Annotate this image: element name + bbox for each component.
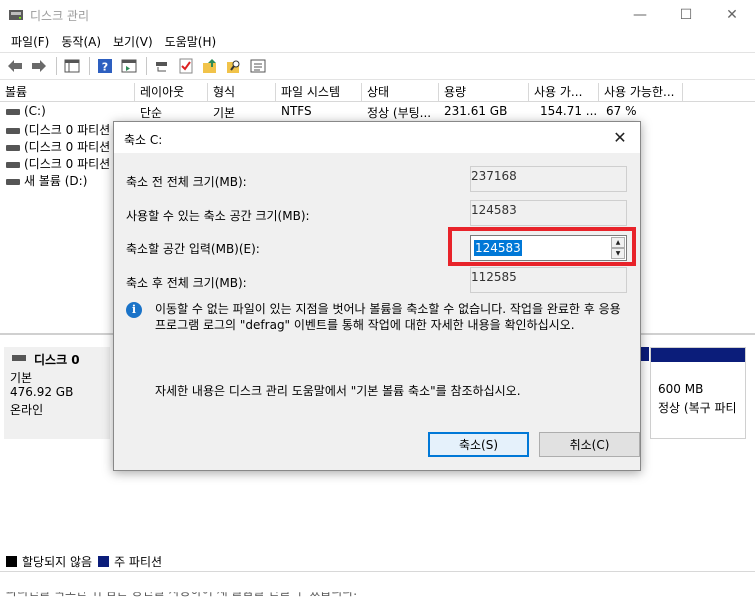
highlight-annotation [448,227,636,266]
drive-icon [6,144,20,151]
partition-status: 정상 (복구 파티 [658,401,737,415]
column-header-type[interactable]: 형식 [208,83,276,102]
total-after-value: 112585 [470,267,627,293]
volume-status: 정상 (부팅... [367,106,432,120]
volume-name: (디스크 0 파티션 [24,123,111,137]
volume-name: (C:) [24,104,46,118]
properties-icon[interactable] [247,56,269,76]
checklist-icon[interactable] [175,56,197,76]
menu-bar: 파일(F) 동작(A) 보기(V) 도움말(H) [0,30,755,52]
volume-name: 새 볼륨 (D:) [24,174,88,188]
total-before-value: 237168 [470,166,627,192]
status-bar-text: 파티션을 축소한 뒤 남은 공간을 사용하여 새 볼륨을 만들 수 있습니다. [6,584,358,597]
disk-label[interactable]: 디스크 0 기본 476.92 GB 온라인 [4,347,110,439]
partition-bar [640,347,649,361]
table-row[interactable]: (C:) 단순 기본 NTFS 정상 (부팅... 231.61 GB 154.… [0,103,755,120]
shrink-button[interactable]: 축소(S) [428,432,529,457]
legend-label-primary: 주 파티션 [114,554,163,569]
menu-help[interactable]: 도움말(H) [160,33,222,50]
column-header-filesystem[interactable]: 파일 시스템 [276,83,362,102]
close-button[interactable]: ✕ [709,0,755,30]
menu-view[interactable]: 보기(V) [108,33,158,50]
volume-capacity: 231.61 GB [444,104,508,118]
back-arrow-icon[interactable] [4,56,26,76]
disk-type: 기본 [10,371,33,385]
search-icon[interactable] [223,56,245,76]
toolbar-separator [89,57,90,75]
disk-icon [12,355,26,361]
info-message: 이동할 수 없는 파일이 있는 지점을 벗어나 볼륨을 축소할 수 없습니다. … [155,302,621,332]
available-space-label: 사용할 수 있는 축소 공간 크기(MB): [126,209,310,223]
svg-text:?: ? [102,61,108,74]
window-title: 디스크 관리 [30,9,90,23]
legend: 할당되지 않음 주 파티션 [0,551,755,571]
drive-icon [6,178,20,185]
legend-swatch-unallocated [6,555,17,567]
console-tree-icon[interactable] [61,56,83,76]
toolbar: ? [0,52,755,80]
partition-size: 600 MB [658,382,704,396]
connect-icon[interactable] [151,56,173,76]
column-header-layout[interactable]: 레이아웃 [135,83,208,102]
drive-icon [6,127,20,134]
menu-file[interactable]: 파일(F) [6,33,54,50]
recovery-partition[interactable]: 600 MB 정상 (복구 파티 [650,347,746,439]
toolbar-separator [146,57,147,75]
dialog-close-button[interactable]: ✕ [608,127,632,149]
export-folder-icon[interactable] [199,56,221,76]
cancel-button[interactable]: 취소(C) [539,432,640,457]
available-space-value: 124583 [470,200,627,226]
disk-size: 476.92 GB [10,385,74,399]
dialog-title: 축소 C: [124,133,163,147]
volume-percent-free: 67 % [606,104,637,118]
drive-icon [6,108,20,115]
forward-arrow-icon[interactable] [28,56,50,76]
disk-name: 디스크 0 [34,353,80,367]
volume-name: (디스크 0 파티션 [24,157,111,171]
legend-label-unallocated: 할당되지 않음 [22,554,93,569]
menu-action[interactable]: 동작(A) [56,33,106,50]
column-header-capacity[interactable]: 용량 [439,83,529,102]
total-before-label: 축소 전 전체 크기(MB): [126,175,247,189]
column-header-volume[interactable]: 볼륨 [0,83,135,102]
disk-status: 온라인 [10,403,44,417]
window-titlebar: 디스크 관리 — ☐ ✕ [0,0,755,30]
toolbar-separator [56,57,57,75]
total-after-label: 축소 후 전체 크기(MB): [126,276,247,290]
action-pane-icon[interactable] [118,56,140,76]
disk-management-icon [9,10,23,20]
minimize-button[interactable]: — [617,0,663,30]
volume-type: 기본 [213,106,236,120]
volume-name: (디스크 0 파티션 [24,140,111,154]
volume-free-space: 154.71 ... [540,104,598,118]
volume-table-header: 볼륨 레이아웃 형식 파일 시스템 상태 용량 사용 가... 사용 가능한..… [0,83,755,102]
volume-filesystem: NTFS [281,104,312,118]
shrink-dialog: 축소 C: ✕ 축소 전 전체 크기(MB): 237168 사용할 수 있는 … [113,121,641,471]
partition-bar [651,348,745,362]
column-header-percent-free[interactable]: 사용 가능한... [599,83,683,102]
volume-layout: 단순 [140,106,163,120]
legend-swatch-primary [98,555,110,567]
column-header-status[interactable]: 상태 [362,83,439,102]
column-header-free-space[interactable]: 사용 가... [529,83,599,102]
status-bar: 파티션을 축소한 뒤 남은 공간을 사용하여 새 볼륨을 만들 수 있습니다. [0,571,755,597]
help-icon[interactable]: ? [94,56,116,76]
info-icon: i [126,302,142,318]
maximize-button[interactable]: ☐ [663,0,709,30]
shrink-amount-label: 축소할 공간 입력(MB)(E): [126,242,260,256]
dialog-titlebar: 축소 C: ✕ [114,122,640,153]
help-message: 자세한 내용은 디스크 관리 도움말에서 "기본 볼륨 축소"를 참조하십시오. [155,384,521,398]
drive-icon [6,161,20,168]
